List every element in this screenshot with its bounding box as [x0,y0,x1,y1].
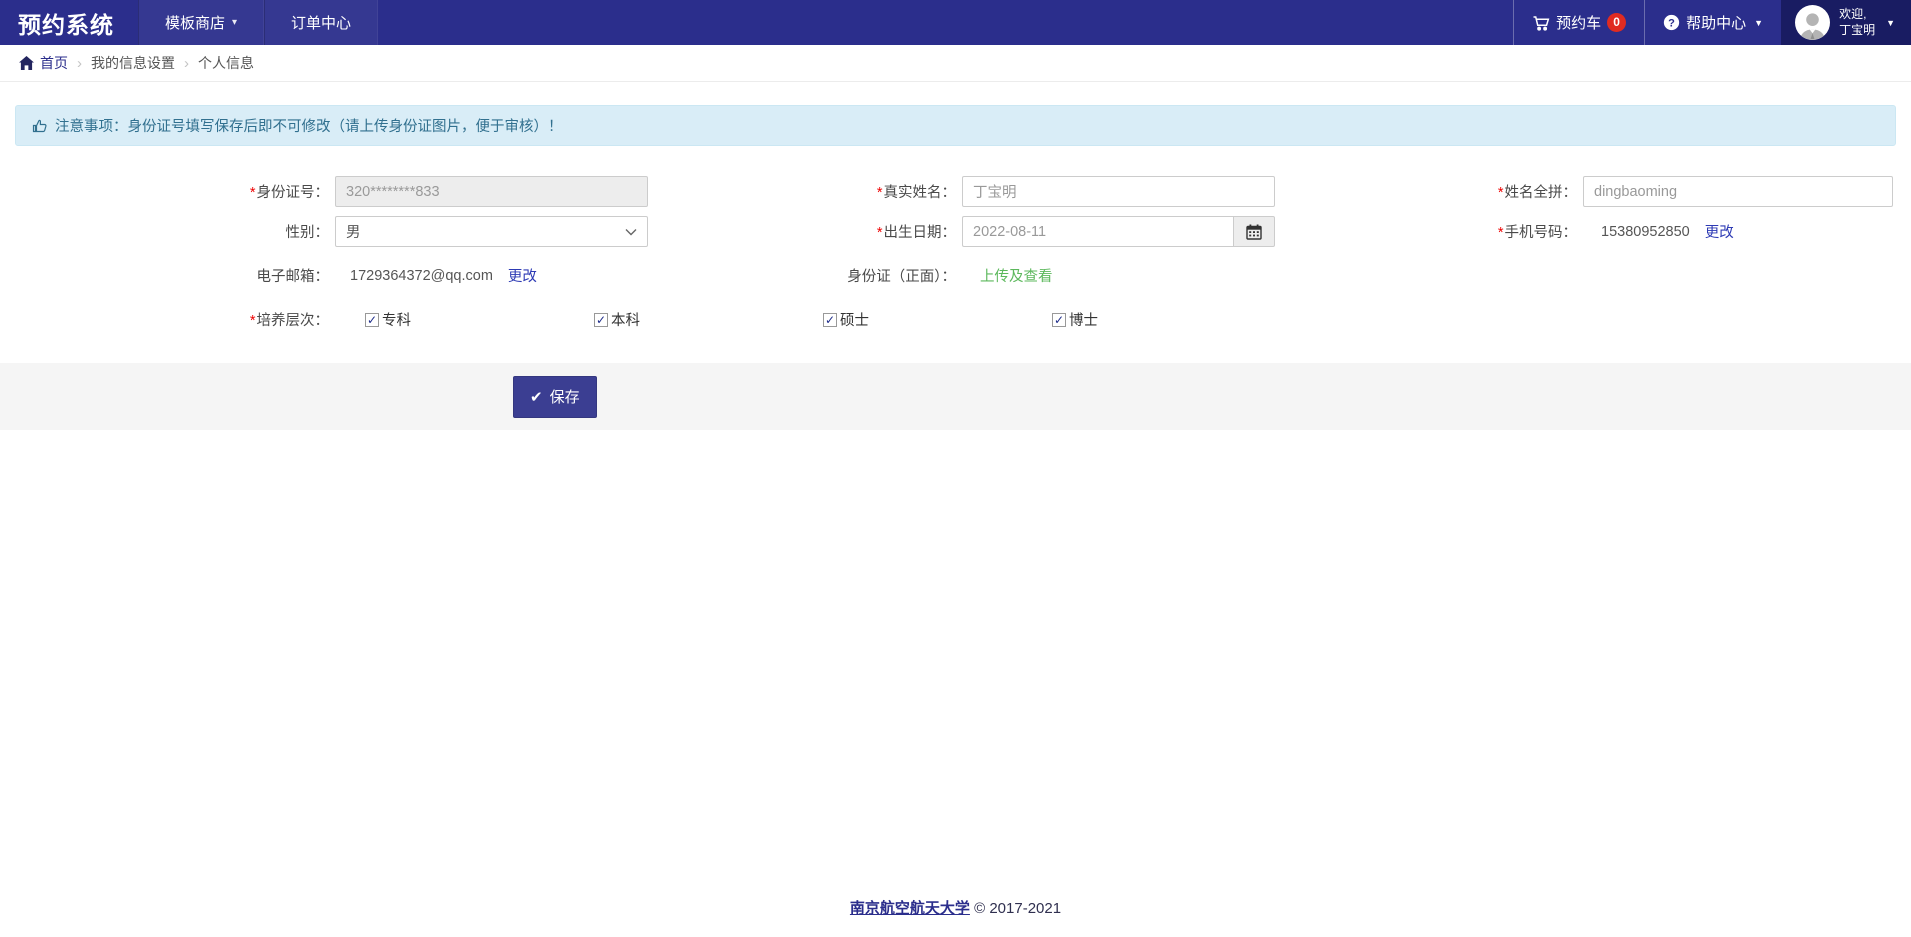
user-name: 丁宝明 [1839,23,1875,37]
copyright-text: © 2017-2021 [974,900,1061,917]
phone-value: 15380952850 [1583,224,1690,240]
checkbox-checked-icon: ✓ [365,313,379,327]
level-label: 硕士 [840,309,869,330]
breadcrumb: 首页 › 我的信息设置 › 个人信息 [0,45,1911,82]
checkbox-checked-icon: ✓ [1052,313,1066,327]
nav-item-template-store[interactable]: 模板商店 ▾ [138,0,264,45]
breadcrumb-item-settings: 我的信息设置 [91,53,175,73]
save-button-label: 保存 [550,386,580,407]
email-value: 1729364372@qq.com [335,268,493,284]
birth-date-input[interactable] [962,216,1233,247]
breadcrumb-separator: › [77,55,82,72]
nav-item-label: 订单中心 [291,12,351,33]
change-phone-link[interactable]: 更改 [1705,221,1734,242]
personal-info-form: *身份证号： *真实姓名： *姓名全拼： 性别： 男 *出生日期： [0,146,1911,430]
required-marker: * [877,225,883,241]
form-row: 电子邮箱： 1729364372@qq.com 更改 身份证（正面）： 上传及查… [0,260,1911,291]
save-button[interactable]: ✔ 保存 [513,376,597,418]
cart-label: 预约车 [1556,12,1601,33]
form-row: *培养层次： ✓ 专科 ✓ 本科 ✓ 硕士 ✓ 博士 [0,304,1911,335]
field-label: 真实姓名： [884,185,957,201]
cart-icon [1532,14,1550,32]
required-marker: * [877,185,883,201]
level-checkbox-shuoshi[interactable]: ✓ 硕士 [823,309,1052,330]
required-marker: * [250,185,256,201]
help-center-button[interactable]: ? 帮助中心 ▼ [1644,0,1781,45]
field-label: 培养层次： [257,313,330,329]
level-checkbox-benke[interactable]: ✓ 本科 [594,309,823,330]
real-name-input[interactable] [962,176,1275,207]
level-label: 博士 [1069,309,1098,330]
level-checkbox-zhuanke[interactable]: ✓ 专科 [365,309,594,330]
field-label: 性别： [286,225,330,241]
field-id-card-front: 身份证（正面）： 上传及查看 [650,260,1278,291]
level-checkbox-boshi[interactable]: ✓ 博士 [1052,309,1281,330]
chevron-down-icon: ▼ [1886,18,1895,28]
field-levels: *培养层次： ✓ 专科 ✓ 本科 ✓ 硕士 ✓ 博士 [0,304,1911,335]
required-marker: * [1498,185,1504,201]
svg-text:?: ? [1668,17,1675,29]
checkbox-checked-icon: ✓ [823,313,837,327]
required-marker: * [250,313,256,329]
breadcrumb-item-current: 个人信息 [198,53,254,73]
select-chevron-icon [625,228,637,236]
field-pinyin: *姓名全拼： [1278,176,1911,207]
check-icon: ✔ [530,388,543,406]
field-label: 电子邮箱： [257,269,330,285]
notice-bar: 注意事项：身份证号填写保存后即不可修改（请上传身份证图片，便于审核）！ [15,105,1896,146]
cart-count-badge: 0 [1607,13,1626,32]
gender-selected-value: 男 [346,221,361,242]
calendar-button[interactable] [1233,216,1275,247]
field-id-number: *身份证号： [0,176,650,207]
user-greeting: 欢迎, 丁宝明 [1839,7,1875,38]
top-navbar: 预约系统 模板商店 ▾ 订单中心 预约车 0 ? [0,0,1911,45]
change-email-link[interactable]: 更改 [508,265,537,286]
avatar [1795,5,1830,40]
field-birth-date: *出生日期： [650,216,1278,247]
help-label: 帮助中心 [1686,12,1746,33]
required-marker: * [1498,225,1504,241]
cart-button[interactable]: 预约车 0 [1513,0,1644,45]
question-icon: ? [1663,14,1680,31]
nav-item-label: 模板商店 [165,12,225,33]
level-label: 本科 [611,309,640,330]
form-row: *身份证号： *真实姓名： *姓名全拼： [0,176,1911,207]
field-gender: 性别： 男 [0,216,650,247]
id-number-input[interactable] [335,176,648,207]
field-label: 身份证（正面）： [847,269,956,285]
field-label: 出生日期： [884,225,957,241]
field-label: 手机号码： [1505,225,1578,241]
field-phone: *手机号码： 15380952850 更改 [1278,216,1911,247]
navbar-right: 预约车 0 ? 帮助中心 ▼ 欢 [1513,0,1911,45]
chevron-down-icon: ▼ [1754,18,1763,28]
level-label: 专科 [382,309,411,330]
field-label: 身份证号： [257,185,330,201]
calendar-icon [1246,224,1262,240]
breadcrumb-separator: › [184,55,189,72]
app-logo[interactable]: 预约系统 [0,0,138,45]
field-real-name: *真实姓名： [650,176,1278,207]
field-email: 电子邮箱： 1729364372@qq.com 更改 [0,260,650,291]
field-label: 姓名全拼： [1505,185,1578,201]
notice-text: 注意事项：身份证号填写保存后即不可修改（请上传身份证图片，便于审核）！ [55,115,563,136]
home-icon [19,56,34,70]
gender-select[interactable]: 男 [335,216,648,247]
pinyin-input[interactable] [1583,176,1893,207]
hand-pointer-icon [32,118,48,134]
page-footer: 南京航空航天大学 © 2017-2021 [0,897,1911,918]
university-link[interactable]: 南京航空航天大学 [850,900,970,917]
chevron-down-icon: ▾ [232,17,237,28]
breadcrumb-home-link[interactable]: 首页 [19,53,68,73]
checkbox-checked-icon: ✓ [594,313,608,327]
form-row: 性别： 男 *出生日期： [0,216,1911,247]
upload-view-id-link[interactable]: 上传及查看 [980,265,1053,286]
save-band: ✔ 保存 [0,363,1911,430]
user-menu[interactable]: 欢迎, 丁宝明 ▼ [1781,0,1911,45]
nav-item-order-center[interactable]: 订单中心 [264,0,378,45]
